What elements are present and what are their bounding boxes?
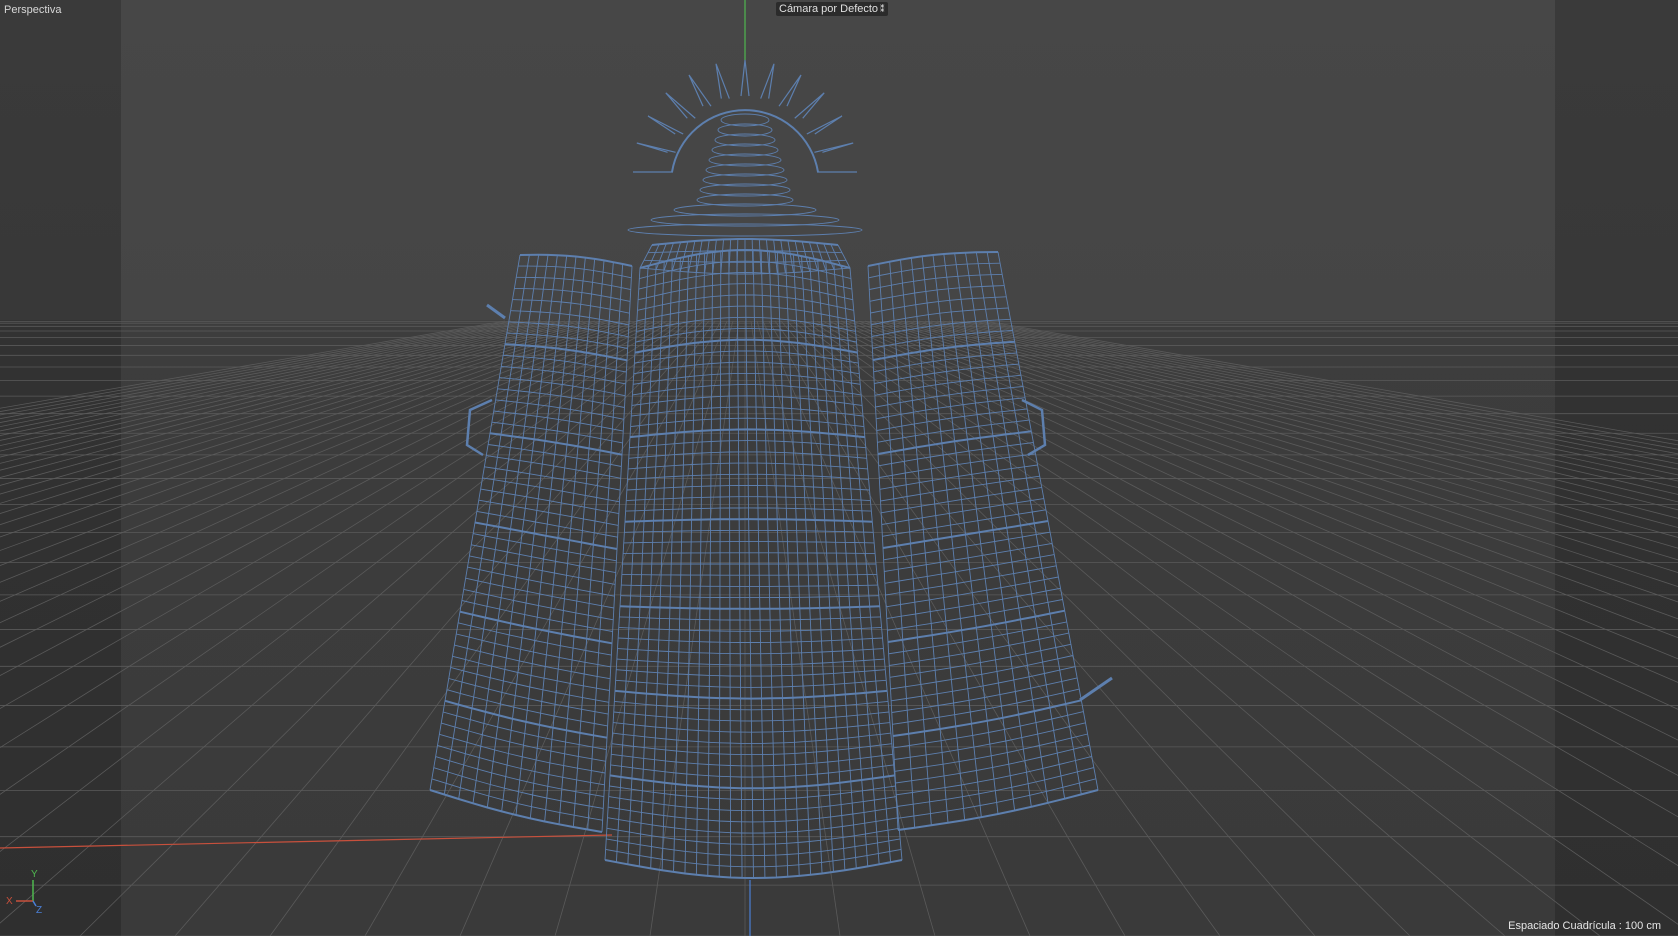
grid-line [768, 320, 1126, 936]
grid-line [924, 320, 1678, 495]
camera-label-text: Cámara por Defecto [779, 3, 879, 15]
grid-line [0, 320, 644, 583]
halo-ray [806, 115, 843, 135]
mesh-line [751, 239, 754, 274]
grid-line [786, 320, 1411, 936]
axis-x-label: X [6, 896, 13, 907]
grid-line [906, 320, 1678, 519]
head [627, 113, 863, 237]
axis-gizmo: Y X Z [4, 870, 52, 918]
grid-line [828, 320, 1678, 741]
mesh-line [712, 239, 717, 274]
grid-line [984, 320, 1678, 442]
side-pin [486, 303, 506, 320]
grid-line [0, 320, 542, 432]
axis-y-label: Y [31, 869, 38, 880]
grid-line [0, 320, 686, 795]
grid-line [0, 320, 548, 436]
mesh-line [787, 240, 794, 273]
scene-canvas[interactable] [0, 0, 1678, 936]
mesh-line [766, 239, 770, 274]
halo-ray [665, 92, 696, 119]
3d-viewport[interactable]: Perspectiva Cámara por Defecto ⁑ Espaciad… [0, 0, 1678, 936]
mesh-line [773, 239, 778, 274]
halo-ray [740, 59, 750, 97]
mesh-line [736, 239, 739, 274]
halo-ray [814, 142, 854, 153]
axis-z-label: Z [36, 905, 43, 916]
grid-line [804, 320, 1678, 925]
grid-line [948, 320, 1678, 470]
halo-ray [715, 63, 730, 99]
grid-line [364, 320, 722, 936]
right-handle [1021, 398, 1047, 457]
mesh-line [671, 242, 682, 271]
grid-spacing-label: Espaciado Cuadrícula : 100 cm [1508, 920, 1661, 932]
grid-line [0, 320, 668, 676]
halo-ray [760, 63, 775, 99]
halo-arc [671, 109, 819, 173]
mesh-line [808, 242, 819, 271]
mesh-line [696, 240, 703, 273]
mesh-line [897, 789, 1099, 831]
view-name-label[interactable]: Perspectiva [4, 3, 61, 17]
grid-line [0, 320, 518, 416]
halo-ray [636, 142, 676, 153]
halo-ray [794, 92, 825, 119]
grid-line [0, 320, 506, 409]
grid-line [978, 320, 1678, 446]
halo [633, 59, 857, 173]
grid-line [0, 320, 656, 624]
grid-line [888, 320, 1678, 549]
halo-ray [647, 115, 684, 135]
mesh-line [780, 239, 786, 274]
grid-line [810, 320, 1678, 867]
halo-ray [688, 74, 712, 107]
wireframe-model[interactable] [429, 59, 1113, 880]
grid-line [0, 320, 530, 423]
camera-selector[interactable]: Cámara por Defecto ⁑ [776, 2, 888, 16]
halo-ray [778, 74, 802, 107]
grid-line [960, 320, 1678, 460]
mesh-line [704, 239, 710, 274]
grid-line [942, 320, 1678, 476]
camera-options-icon: ⁑ [880, 4, 885, 14]
